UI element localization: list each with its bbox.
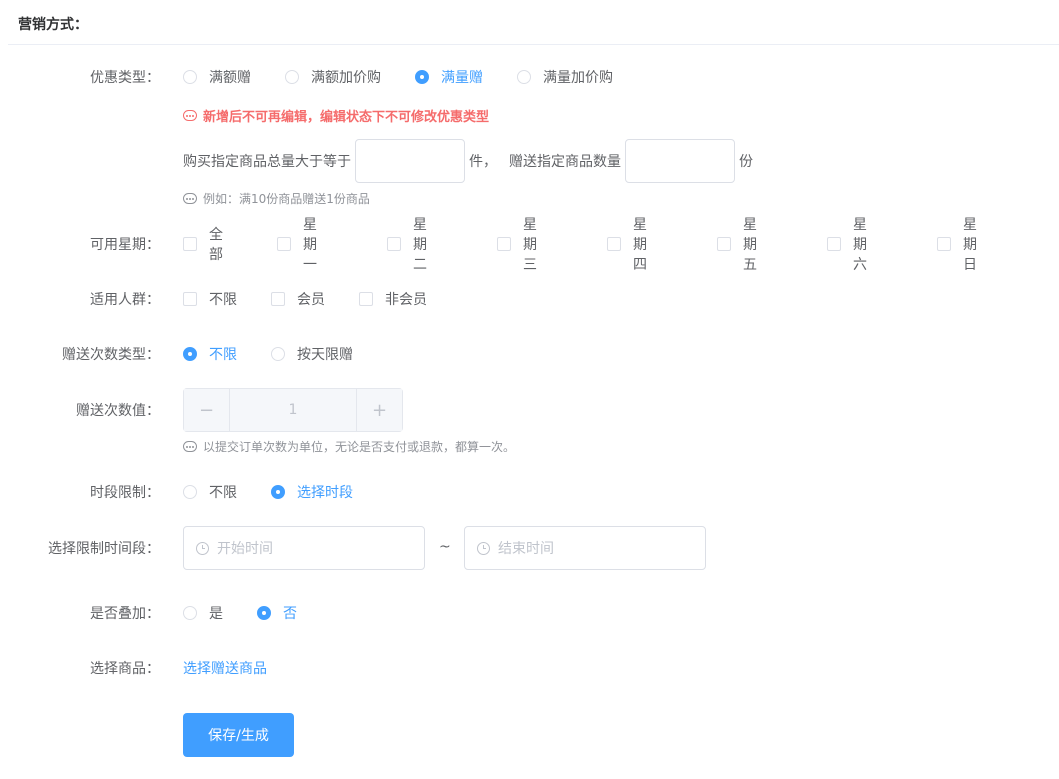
- gift-quantity-text: 赠送指定商品数量: [509, 154, 621, 170]
- weekdays-row: 可用星期： 全部 星期一 星期二 星期三 星期四 星期五 星期六 星期日: [0, 217, 1059, 273]
- quantity-unit-2: 份: [739, 154, 753, 170]
- end-time-input[interactable]: 结束时间: [464, 526, 706, 570]
- section-title: 营销方式：: [18, 17, 88, 33]
- promo-type-label: 优惠类型：: [90, 70, 160, 86]
- radio-circle: [415, 70, 429, 84]
- radio-gift-count-daily[interactable]: 按天限赠: [271, 344, 353, 364]
- audience-label: 适用人群：: [90, 292, 160, 308]
- gift-count-hint: 以提交订单次数为单位，无论是否支付或退款，都算一次。: [183, 438, 515, 455]
- stepper-increase-button[interactable]: +: [356, 389, 402, 431]
- clock-icon: [196, 541, 209, 555]
- checkbox-weekday-sun[interactable]: 星期日: [937, 214, 977, 274]
- time-range-separator: ~: [439, 539, 451, 555]
- radio-circle: [183, 485, 197, 499]
- gift-count-stepper[interactable]: − 1 +: [183, 388, 403, 432]
- radio-stackable-no[interactable]: 否: [257, 603, 297, 623]
- stackable-row: 是否叠加： 是 否: [0, 602, 1059, 624]
- checkbox-weekday-fri[interactable]: 星期五: [717, 214, 757, 274]
- stepper-decrease-button[interactable]: −: [184, 389, 230, 431]
- radio-time-unlimited[interactable]: 不限: [183, 482, 237, 502]
- gift-count-value-row: 赠送次数值：: [0, 399, 1059, 421]
- clock-icon: [477, 541, 490, 555]
- radio-circle: [517, 70, 531, 84]
- checkbox-audience-any[interactable]: 不限: [183, 289, 237, 309]
- radio-promo-full-qty-gift[interactable]: 满量赠: [415, 67, 483, 87]
- gift-count-type-label: 赠送次数类型：: [62, 347, 160, 363]
- radio-promo-full-amount-addon[interactable]: 满额加价购: [285, 67, 381, 87]
- min-quantity-input[interactable]: [355, 139, 465, 183]
- checkbox-weekday-all[interactable]: 全部: [183, 224, 223, 264]
- weekdays-label: 可用星期：: [90, 237, 160, 253]
- checkbox-weekday-wed[interactable]: 星期三: [497, 214, 537, 274]
- info-bubble-icon: [183, 193, 197, 204]
- radio-promo-full-amount-gift[interactable]: 满额赠: [183, 67, 251, 87]
- checkbox-weekday-mon[interactable]: 星期一: [277, 214, 317, 274]
- radio-time-select-period[interactable]: 选择时段: [271, 482, 353, 502]
- stepper-value[interactable]: 1: [230, 389, 356, 431]
- gift-quantity-input[interactable]: [625, 139, 735, 183]
- products-row: 选择商品： 选择赠送商品: [0, 657, 1059, 679]
- time-limit-label: 时段限制：: [90, 485, 160, 501]
- divider: [8, 44, 1059, 45]
- quantity-hint: 例如：满10份商品赠送1份商品: [183, 190, 370, 207]
- stackable-label: 是否叠加：: [90, 606, 160, 622]
- promo-type-row: 优惠类型： 满额赠 满额加价购 满量赠 满量加价购: [0, 66, 1059, 88]
- radio-circle: [183, 70, 197, 84]
- save-generate-button[interactable]: 保存/生成: [183, 713, 294, 757]
- start-time-input[interactable]: 开始时间: [183, 526, 425, 570]
- checkbox-audience-nonmember[interactable]: 非会员: [359, 289, 427, 309]
- radio-promo-full-qty-addon[interactable]: 满量加价购: [517, 67, 613, 87]
- quantity-rule-prefix: 购买指定商品总量大于等于: [183, 154, 351, 170]
- products-label: 选择商品：: [90, 661, 160, 677]
- time-limit-row: 时段限制： 不限 选择时段: [0, 481, 1059, 503]
- info-bubble-icon: [183, 110, 197, 121]
- audience-row: 适用人群： 不限 会员 非会员: [0, 288, 1059, 310]
- radio-circle: [183, 606, 197, 620]
- quantity-rule-row: 购买指定商品总量大于等于 件， 赠送指定商品数量 份: [183, 139, 1003, 183]
- checkbox-weekday-sat[interactable]: 星期六: [827, 214, 867, 274]
- checkbox-weekday-tue[interactable]: 星期二: [387, 214, 427, 274]
- select-gift-products-link[interactable]: 选择赠送商品: [183, 658, 267, 678]
- radio-gift-count-unlimited[interactable]: 不限: [183, 344, 237, 364]
- radio-circle: [257, 606, 271, 620]
- quantity-unit-1: 件，: [469, 154, 497, 170]
- radio-circle: [271, 485, 285, 499]
- radio-circle: [183, 347, 197, 361]
- gift-count-type-row: 赠送次数类型： 不限 按天限赠: [0, 343, 1059, 365]
- radio-circle: [285, 70, 299, 84]
- time-range-label: 选择限制时间段：: [48, 541, 160, 557]
- radio-circle: [271, 347, 285, 361]
- radio-stackable-yes[interactable]: 是: [183, 603, 223, 623]
- gift-count-value-label: 赠送次数值：: [76, 403, 160, 419]
- checkbox-weekday-thu[interactable]: 星期四: [607, 214, 647, 274]
- info-bubble-icon: [183, 441, 197, 452]
- promo-type-warning: 新增后不可再编辑，编辑状态下不可修改优惠类型: [183, 106, 489, 125]
- checkbox-audience-member[interactable]: 会员: [271, 289, 325, 309]
